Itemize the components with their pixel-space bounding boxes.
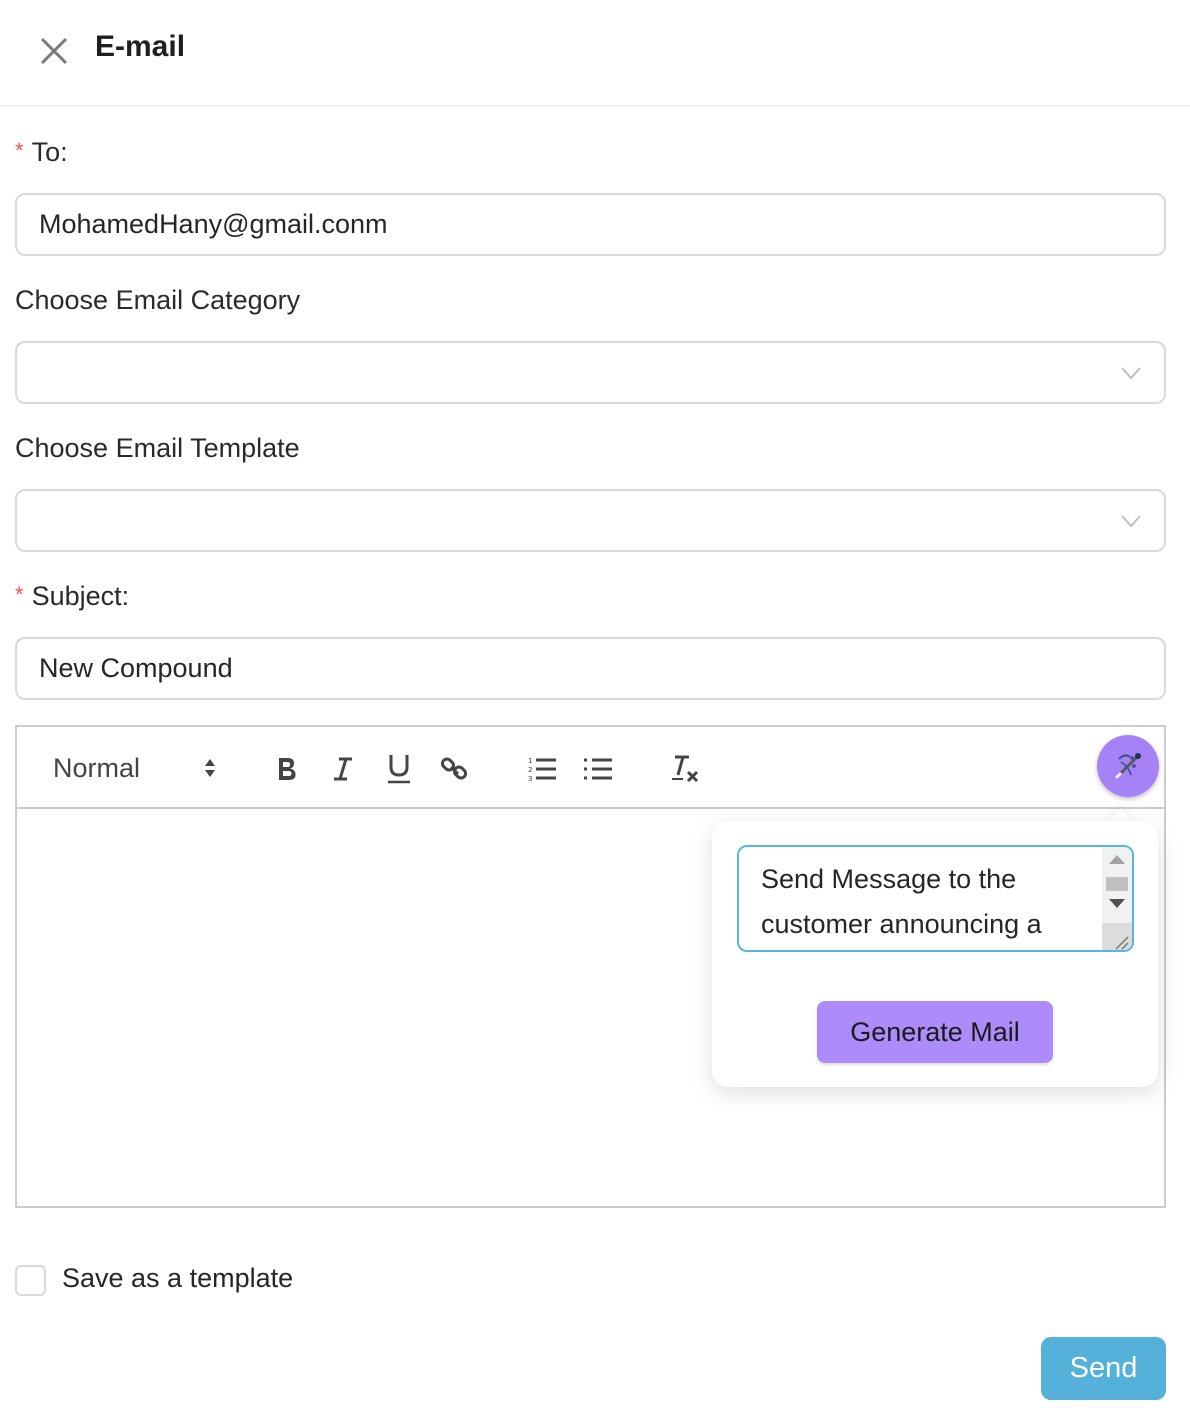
scroll-up-icon[interactable] bbox=[1109, 855, 1125, 864]
resize-grip-icon bbox=[1115, 936, 1129, 950]
to-input[interactable]: MohamedHany@gmail.conm bbox=[15, 193, 1166, 256]
ai-generate-toggle-button[interactable] bbox=[1097, 735, 1159, 797]
close-button[interactable] bbox=[36, 33, 72, 69]
bullet-list-button[interactable] bbox=[580, 749, 616, 789]
underline-icon bbox=[388, 755, 410, 784]
magic-wand-icon bbox=[1114, 753, 1141, 780]
heading-select-value: Normal bbox=[53, 753, 141, 783]
required-mark: * bbox=[15, 138, 24, 163]
up-down-arrows-icon bbox=[205, 759, 215, 777]
to-label: * To: bbox=[15, 137, 68, 168]
subject-label-text: Subject: bbox=[31, 581, 130, 611]
template-label: Choose Email Template bbox=[15, 433, 300, 463]
to-label-text: To: bbox=[31, 137, 68, 167]
bold-button[interactable] bbox=[269, 749, 305, 789]
link-icon bbox=[440, 757, 468, 780]
template-select[interactable] bbox=[15, 489, 1166, 552]
editor-toolbar: Normal 1 2 3 bbox=[17, 727, 1164, 809]
textarea-scrollbar[interactable] bbox=[1102, 847, 1132, 950]
bold-icon bbox=[279, 758, 296, 780]
page-title: E-mail bbox=[95, 30, 186, 63]
scroll-down-icon[interactable] bbox=[1109, 899, 1125, 908]
category-label: Choose Email Category bbox=[15, 285, 301, 315]
clear-formatting-icon bbox=[672, 755, 699, 783]
subject-label: * Subject: bbox=[15, 581, 129, 612]
clear-formatting-button[interactable] bbox=[667, 749, 703, 789]
category-select[interactable] bbox=[15, 341, 1166, 404]
italic-button[interactable] bbox=[325, 749, 361, 789]
ordered-list-icon: 1 2 3 bbox=[528, 757, 556, 783]
generate-mail-button[interactable]: Generate Mail bbox=[817, 1001, 1053, 1063]
scroll-thumb[interactable] bbox=[1106, 877, 1128, 891]
save-template-checkbox[interactable] bbox=[15, 1265, 46, 1296]
ai-prompt-textarea[interactable]: Send Message to the customer announcing … bbox=[737, 845, 1134, 952]
bullet-list-icon bbox=[584, 758, 612, 780]
subject-input-value: New Compound bbox=[39, 653, 233, 683]
chevron-down-icon bbox=[1121, 515, 1141, 528]
subject-input[interactable]: New Compound bbox=[15, 637, 1166, 700]
ai-prompt-text: Send Message to the customer announcing … bbox=[761, 864, 1042, 939]
close-icon bbox=[40, 37, 68, 65]
to-input-value: MohamedHany@gmail.conm bbox=[39, 209, 388, 239]
underline-button[interactable] bbox=[381, 749, 417, 789]
required-mark: * bbox=[15, 582, 24, 607]
svg-text:2: 2 bbox=[528, 766, 532, 774]
send-button[interactable]: Send bbox=[1041, 1337, 1166, 1400]
drawer-header: E-mail bbox=[0, 0, 1190, 107]
italic-icon bbox=[334, 757, 352, 781]
ordered-list-button[interactable]: 1 2 3 bbox=[524, 749, 560, 789]
resize-handle[interactable] bbox=[1102, 923, 1132, 950]
link-button[interactable] bbox=[437, 749, 473, 789]
chevron-down-icon bbox=[1121, 367, 1141, 380]
svg-text:3: 3 bbox=[528, 775, 532, 783]
svg-text:1: 1 bbox=[528, 757, 532, 765]
save-template-label[interactable]: Save as a template bbox=[62, 1263, 293, 1294]
ai-generate-popover: Send Message to the customer announcing … bbox=[712, 821, 1158, 1087]
